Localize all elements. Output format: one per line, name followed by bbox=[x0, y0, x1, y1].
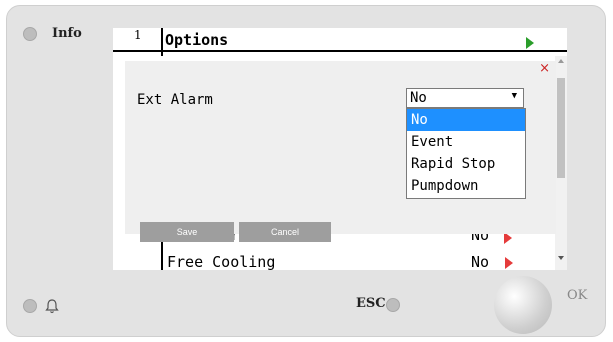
scroll-thumb[interactable] bbox=[557, 78, 565, 178]
save-button[interactable]: Save bbox=[140, 222, 234, 242]
chevron-down-icon: ▼ bbox=[511, 91, 517, 101]
ok-knob[interactable] bbox=[494, 276, 552, 334]
bell-icon[interactable] bbox=[44, 298, 60, 314]
list-item-label: Free Cooling bbox=[167, 253, 276, 270]
ok-label: OK bbox=[567, 288, 588, 303]
header-underline bbox=[113, 50, 567, 52]
option-pumpdown[interactable]: Pumpdown bbox=[407, 175, 525, 197]
option-no[interactable]: No bbox=[407, 109, 525, 131]
edit-dialog: × Ext Alarm No ▼ No Event Rapid Stop Pum… bbox=[125, 61, 556, 242]
ext-alarm-select[interactable]: No ▼ bbox=[406, 88, 524, 108]
menu-page-number: 1 bbox=[134, 28, 142, 42]
edit-arrow-icon[interactable] bbox=[505, 257, 513, 269]
scrollbar[interactable] bbox=[555, 56, 567, 270]
esc-button[interactable] bbox=[386, 298, 400, 312]
option-rapid-stop[interactable]: Rapid Stop bbox=[407, 153, 525, 175]
page-title: Options bbox=[165, 31, 229, 49]
close-icon[interactable]: × bbox=[539, 61, 550, 76]
scroll-up-icon[interactable] bbox=[558, 59, 564, 63]
option-event[interactable]: Event bbox=[407, 131, 525, 153]
info-label: Info bbox=[52, 26, 82, 41]
esc-label: ESC bbox=[356, 296, 386, 311]
scroll-down-icon[interactable] bbox=[558, 256, 564, 260]
list-item-value: No bbox=[471, 253, 490, 270]
forward-arrow-icon[interactable] bbox=[526, 37, 534, 49]
select-dropdown[interactable]: No Event Rapid Stop Pumpdown bbox=[406, 108, 526, 199]
alarm-led-icon bbox=[23, 299, 37, 313]
select-value: No bbox=[410, 90, 427, 106]
field-label: Ext Alarm bbox=[137, 92, 213, 108]
cancel-button[interactable]: Cancel bbox=[239, 222, 331, 242]
display-screen: 1 Options Ext Alarm No Free Cooling No ×… bbox=[113, 28, 567, 270]
info-led-icon bbox=[23, 27, 37, 41]
